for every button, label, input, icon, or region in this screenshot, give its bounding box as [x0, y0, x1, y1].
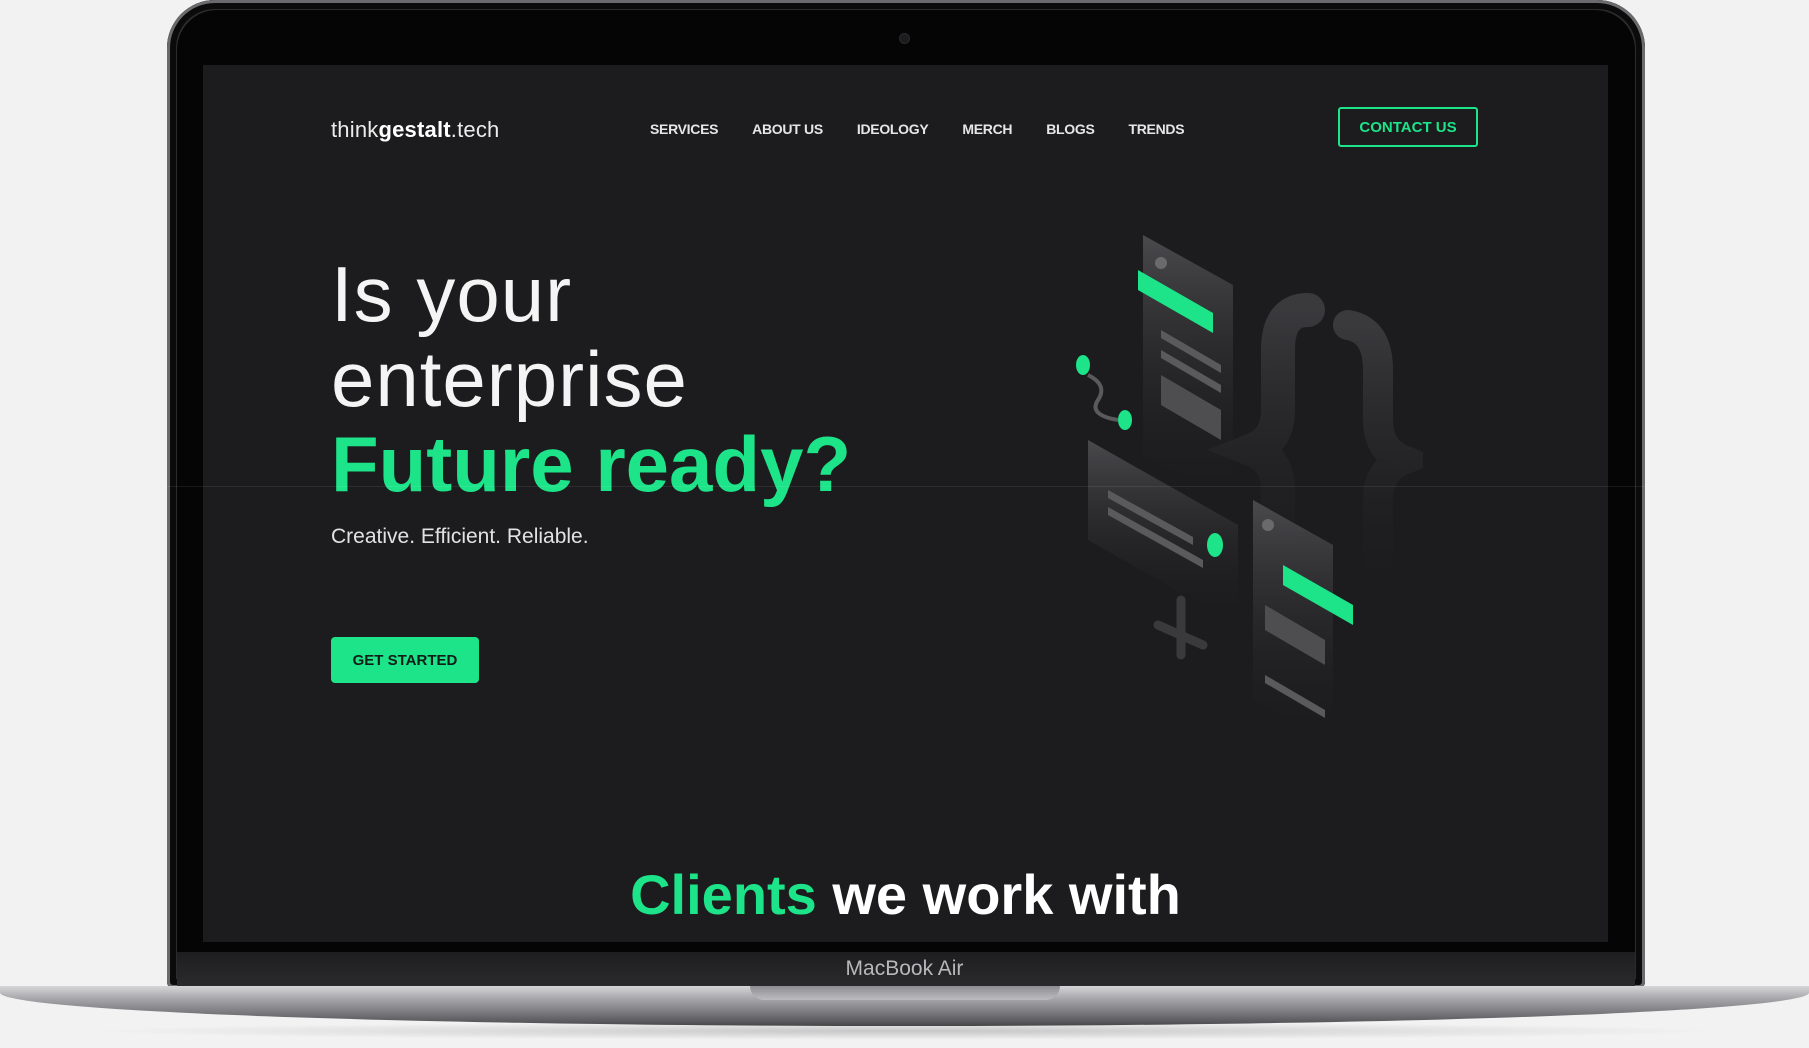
nav-item-blogs[interactable]: BLOGS: [1046, 121, 1095, 137]
nav-item-services[interactable]: SERVICES: [650, 121, 718, 137]
green-dot-connector-1: [1076, 355, 1090, 375]
site-logo[interactable]: thinkgestalt.tech: [331, 117, 500, 143]
camera-icon: [900, 34, 909, 43]
hero-heading-line-1: Is your: [331, 250, 573, 338]
laptop-shadow: [80, 1022, 1730, 1040]
nav-item-about-us[interactable]: ABOUT US: [752, 121, 823, 137]
hero-heading-line-2: enterprise: [331, 335, 688, 423]
contact-us-button[interactable]: CONTACT US: [1338, 107, 1478, 147]
device-model-label: MacBook Air: [845, 957, 964, 980]
green-dot-middle: [1207, 533, 1223, 557]
nav-item-merch[interactable]: MERCH: [962, 121, 1012, 137]
website-screen: thinkgestalt.tech SERVICES ABOUT US IDEO…: [203, 65, 1608, 942]
close-brace-shape: [1333, 310, 1423, 625]
clients-section-title: Clients we work with: [203, 862, 1608, 927]
logo-prefix: think: [331, 117, 379, 142]
green-dot-connector-2: [1118, 410, 1132, 430]
logo-bold: gestalt: [378, 117, 451, 142]
reflection-line: [167, 486, 1645, 487]
plus-icon: [1153, 595, 1208, 660]
nav-item-trends[interactable]: TRENDS: [1129, 121, 1185, 137]
main-nav: SERVICES ABOUT US IDEOLOGY MERCH BLOGS T…: [650, 121, 1185, 137]
nav-item-ideology[interactable]: IDEOLOGY: [857, 121, 929, 137]
get-started-button[interactable]: GET STARTED: [331, 637, 479, 683]
clients-title-accent: Clients: [630, 863, 817, 926]
isometric-code-illustration: [1076, 235, 1423, 745]
clients-title-rest: we work with: [816, 863, 1181, 926]
logo-suffix: .tech: [450, 117, 500, 142]
laptop-hinge-notch: [750, 986, 1060, 1000]
hero-heading-accent: Future ready?: [331, 420, 852, 508]
hero-tagline: Creative. Efficient. Reliable.: [331, 525, 589, 548]
